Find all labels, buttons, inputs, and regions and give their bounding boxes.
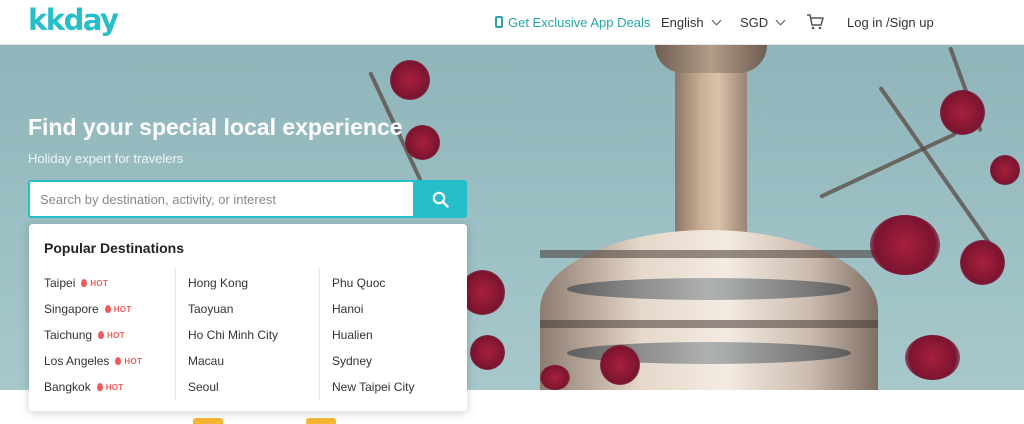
currency-selector[interactable]: SGD: [740, 0, 786, 44]
column-divider: [319, 268, 320, 400]
section-peek-decoration: [193, 418, 223, 424]
flame-icon: [115, 357, 122, 365]
destination-taipei[interactable]: Taipei HOT: [44, 270, 142, 296]
flame-icon: [96, 383, 103, 391]
tower-shaft: [675, 45, 747, 235]
blossom-decoration: [960, 240, 1005, 285]
kkday-logo[interactable]: kkday: [28, 3, 119, 37]
hot-badge: HOT: [104, 305, 132, 314]
app-deals-label: Get Exclusive App Deals: [508, 14, 651, 30]
destination-hanoi[interactable]: Hanoi: [332, 296, 414, 322]
destination-column-3: Phu Quoc Hanoi Hualien Sydney New Taipei…: [332, 270, 414, 400]
search-bar: [28, 180, 467, 218]
destination-hualien[interactable]: Hualien: [332, 322, 414, 348]
currency-label: SGD: [740, 14, 769, 30]
app-deals-link[interactable]: Get Exclusive App Deals: [495, 0, 650, 44]
hot-badge: HOT: [81, 279, 108, 288]
tower-top: [655, 45, 767, 73]
destination-sydney[interactable]: Sydney: [332, 348, 414, 374]
destination-new-taipei-city[interactable]: New Taipei City: [332, 374, 414, 400]
blossom-decoration: [540, 365, 570, 390]
phone-icon: [495, 16, 503, 28]
popular-destinations-dropdown: Popular Destinations Taipei HOT Singapor…: [29, 224, 467, 411]
search-icon: [432, 191, 449, 208]
blossom-decoration: [870, 215, 940, 275]
cart-icon: [807, 14, 824, 30]
cart-button[interactable]: [806, 0, 824, 44]
blossom-decoration: [990, 155, 1020, 185]
top-header: kkday Get Exclusive App Deals English SG…: [0, 0, 1024, 45]
hot-badge: HOT: [96, 383, 124, 392]
blossom-decoration: [940, 90, 985, 135]
destination-label: Bangkok: [44, 380, 91, 394]
chevron-down-icon: [711, 15, 722, 25]
flame-icon: [98, 331, 105, 339]
section-peek-decoration: [306, 418, 336, 424]
pod-window: [567, 278, 851, 300]
destination-label: Taichung: [44, 328, 93, 342]
blossom-decoration: [405, 125, 440, 160]
destination-macau[interactable]: Macau: [188, 348, 278, 374]
tower-pod: [540, 230, 878, 390]
destination-column-1: Taipei HOT Singapore HOT Taichung HOT Lo…: [44, 270, 142, 400]
blossom-decoration: [905, 335, 960, 380]
destination-los-angeles[interactable]: Los Angeles HOT: [44, 348, 142, 374]
flame-icon: [104, 305, 111, 313]
search-button[interactable]: [413, 180, 467, 218]
destination-hong-kong[interactable]: Hong Kong: [188, 270, 278, 296]
destination-singapore[interactable]: Singapore HOT: [44, 296, 142, 322]
language-selector[interactable]: English: [661, 0, 722, 44]
language-label: English: [661, 14, 704, 30]
search-input[interactable]: [28, 180, 413, 218]
pod-band: [540, 250, 878, 258]
hero-subtitle: Holiday expert for travelers: [28, 151, 184, 166]
blossom-decoration: [390, 60, 430, 100]
destination-label: Taipei: [44, 276, 76, 290]
destination-column-2: Hong Kong Taoyuan Ho Chi Minh City Macau…: [188, 270, 278, 400]
hot-badge: HOT: [115, 357, 142, 366]
blossom-decoration: [600, 345, 640, 385]
hero-title: Find your special local experience: [28, 114, 403, 140]
blossom-decoration: [470, 335, 505, 370]
chevron-down-icon: [775, 15, 786, 25]
login-signup-link[interactable]: Log in /Sign up: [847, 0, 934, 44]
pod-band: [540, 320, 878, 328]
destination-taichung[interactable]: Taichung HOT: [44, 322, 142, 348]
destination-phu-quoc[interactable]: Phu Quoc: [332, 270, 414, 296]
column-divider: [175, 268, 176, 400]
destination-bangkok[interactable]: Bangkok HOT: [44, 374, 142, 400]
destination-label: Singapore: [44, 302, 99, 316]
destination-taoyuan[interactable]: Taoyuan: [188, 296, 278, 322]
popular-destinations-title: Popular Destinations: [44, 240, 185, 256]
destination-label: Los Angeles: [44, 354, 110, 368]
destination-seoul[interactable]: Seoul: [188, 374, 278, 400]
flame-icon: [81, 279, 88, 287]
destination-ho-chi-minh-city[interactable]: Ho Chi Minh City: [188, 322, 278, 348]
hot-badge: HOT: [98, 331, 125, 340]
